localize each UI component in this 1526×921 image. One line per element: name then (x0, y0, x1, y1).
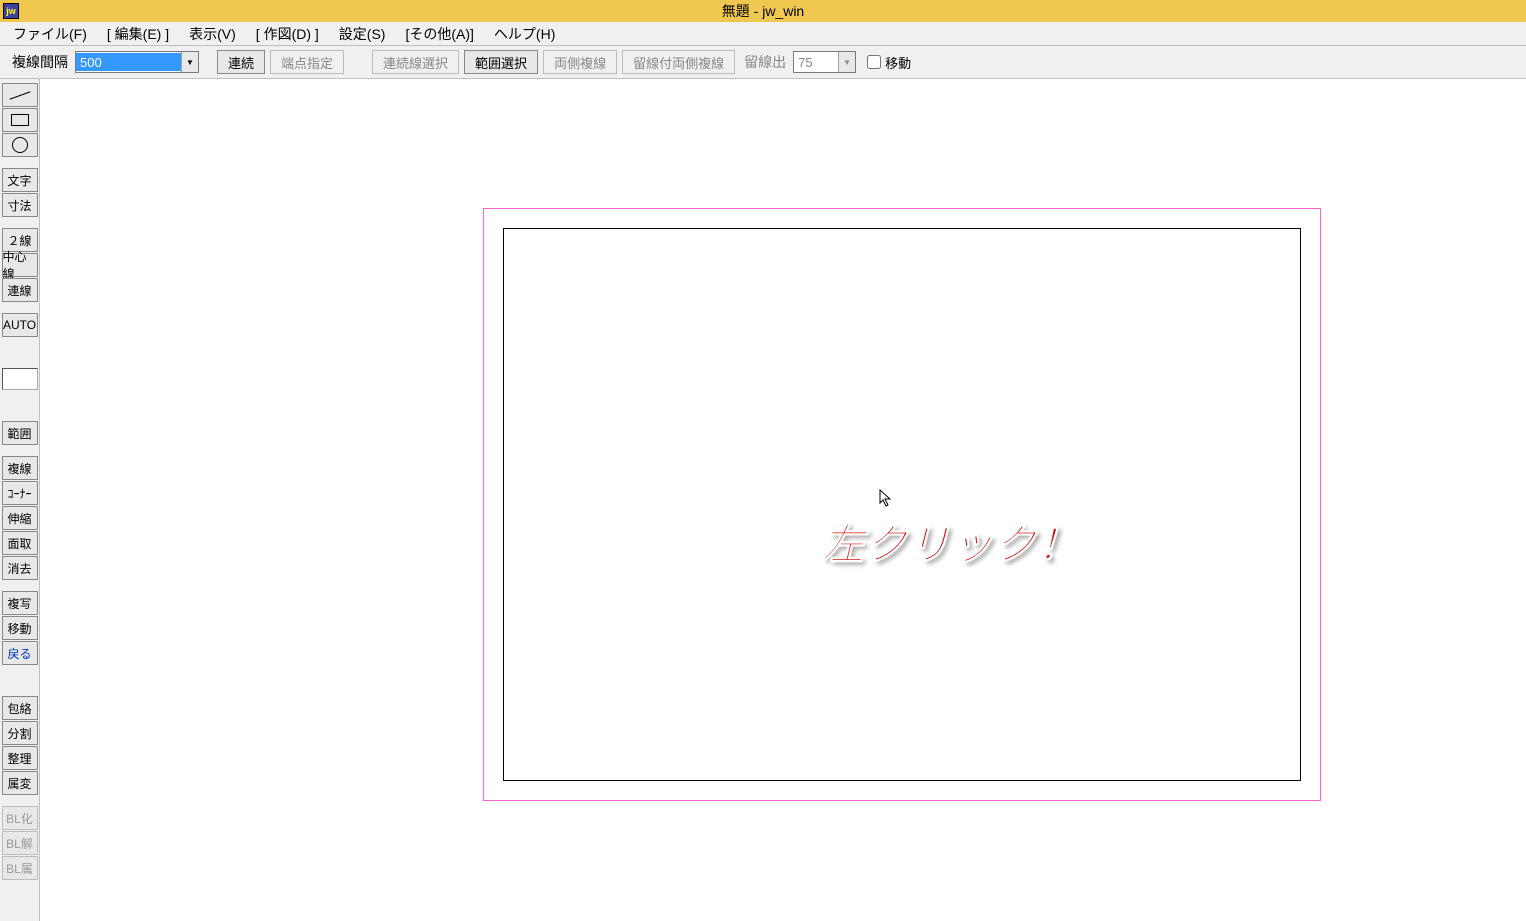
tool-shinshuku[interactable]: 伸縮 (2, 506, 38, 530)
tool-rect[interactable] (2, 108, 38, 132)
tool-ido[interactable]: 移動 (2, 616, 38, 640)
tool-corner[interactable]: ｺｰﾅｰ (2, 481, 38, 505)
menu-settings[interactable]: 設定(S) (329, 22, 396, 46)
tool-seiri[interactable]: 整理 (2, 746, 38, 770)
spacing-combo[interactable]: ▼ (75, 51, 199, 73)
menu-view[interactable]: 表示(V) (179, 22, 246, 46)
tool-chushinsen[interactable]: 中心線 (2, 253, 38, 277)
tool-slot[interactable] (2, 368, 38, 390)
main-area: 文字 寸法 ２線 中心線 連線 AUTO 範囲 複線 ｺｰﾅｰ 伸縮 面取 消去… (0, 79, 1526, 921)
menu-edit[interactable]: [ 編集(E) ] (97, 22, 179, 46)
ido-checkbox-wrap[interactable]: 移動 (867, 53, 911, 72)
tool-mentori[interactable]: 面取 (2, 531, 38, 555)
titlebar: jw 無題 - jw_win (0, 0, 1526, 22)
hanisentaku-button[interactable]: 範囲選択 (464, 50, 538, 74)
paper-inner-rect (503, 228, 1301, 781)
renzokusen-sentaku-button: 連続線選択 (372, 50, 459, 74)
tool-auto[interactable]: AUTO (2, 313, 38, 337)
tool-circle[interactable] (2, 133, 38, 157)
tomesende-input (794, 53, 838, 71)
side-toolbar: 文字 寸法 ２線 中心線 連線 AUTO 範囲 複線 ｺｰﾅｰ 伸縮 面取 消去… (0, 79, 40, 921)
spacing-dropdown-icon[interactable]: ▼ (181, 52, 198, 72)
tomesende-dropdown-icon: ▼ (838, 52, 855, 72)
tool-modoru[interactable]: 戻る (2, 641, 38, 665)
spacing-input[interactable] (76, 53, 181, 71)
ryosokufukusen-button: 両側複線 (543, 50, 617, 74)
window-title: 無題 - jw_win (722, 1, 804, 21)
tool-blka: BL化 (2, 806, 38, 830)
tool-blzoku: BL属 (2, 856, 38, 880)
menubar: ファイル(F) [ 編集(E) ] 表示(V) [ 作図(D) ] 設定(S) … (0, 22, 1526, 46)
tool-hani[interactable]: 範囲 (2, 421, 38, 445)
tool-sunpo[interactable]: 寸法 (2, 193, 38, 217)
menu-draw[interactable]: [ 作図(D) ] (246, 22, 329, 46)
tomesentsuki-button: 留線付両側複線 (622, 50, 735, 74)
menu-file[interactable]: ファイル(F) (3, 22, 97, 46)
ido-checkbox[interactable] (867, 55, 881, 69)
app-icon: jw (3, 3, 19, 19)
tool-fukusen[interactable]: 複線 (2, 456, 38, 480)
spacing-label: 複線間隔 (12, 52, 68, 72)
tool-line[interactable] (2, 83, 38, 107)
tool-zokuhen[interactable]: 属変 (2, 771, 38, 795)
menu-other[interactable]: [その他(A)] (395, 22, 483, 46)
tomesende-combo: ▼ (793, 51, 856, 73)
renroku-button[interactable]: 連続 (217, 50, 265, 74)
tool-rensen[interactable]: 連線 (2, 278, 38, 302)
tool-blkai: BL解 (2, 831, 38, 855)
annotation-text: 左クリック！ (822, 511, 1080, 572)
toolbar: 複線間隔 ▼ 連続 端点指定 連続線選択 範囲選択 両側複線 留線付両側複線 留… (0, 46, 1526, 79)
tool-moji[interactable]: 文字 (2, 168, 38, 192)
tool-horaku[interactable]: 包絡 (2, 696, 38, 720)
tomesende-label: 留線出 (744, 52, 786, 72)
menu-help[interactable]: ヘルプ(H) (484, 22, 565, 46)
tool-bunkatsu[interactable]: 分割 (2, 721, 38, 745)
tool-shokyo[interactable]: 消去 (2, 556, 38, 580)
ido-checkbox-label: 移動 (885, 53, 911, 72)
tantenshitei-button: 端点指定 (270, 50, 344, 74)
tool-fukusha[interactable]: 複写 (2, 591, 38, 615)
canvas[interactable]: 左クリック！ (40, 79, 1526, 921)
